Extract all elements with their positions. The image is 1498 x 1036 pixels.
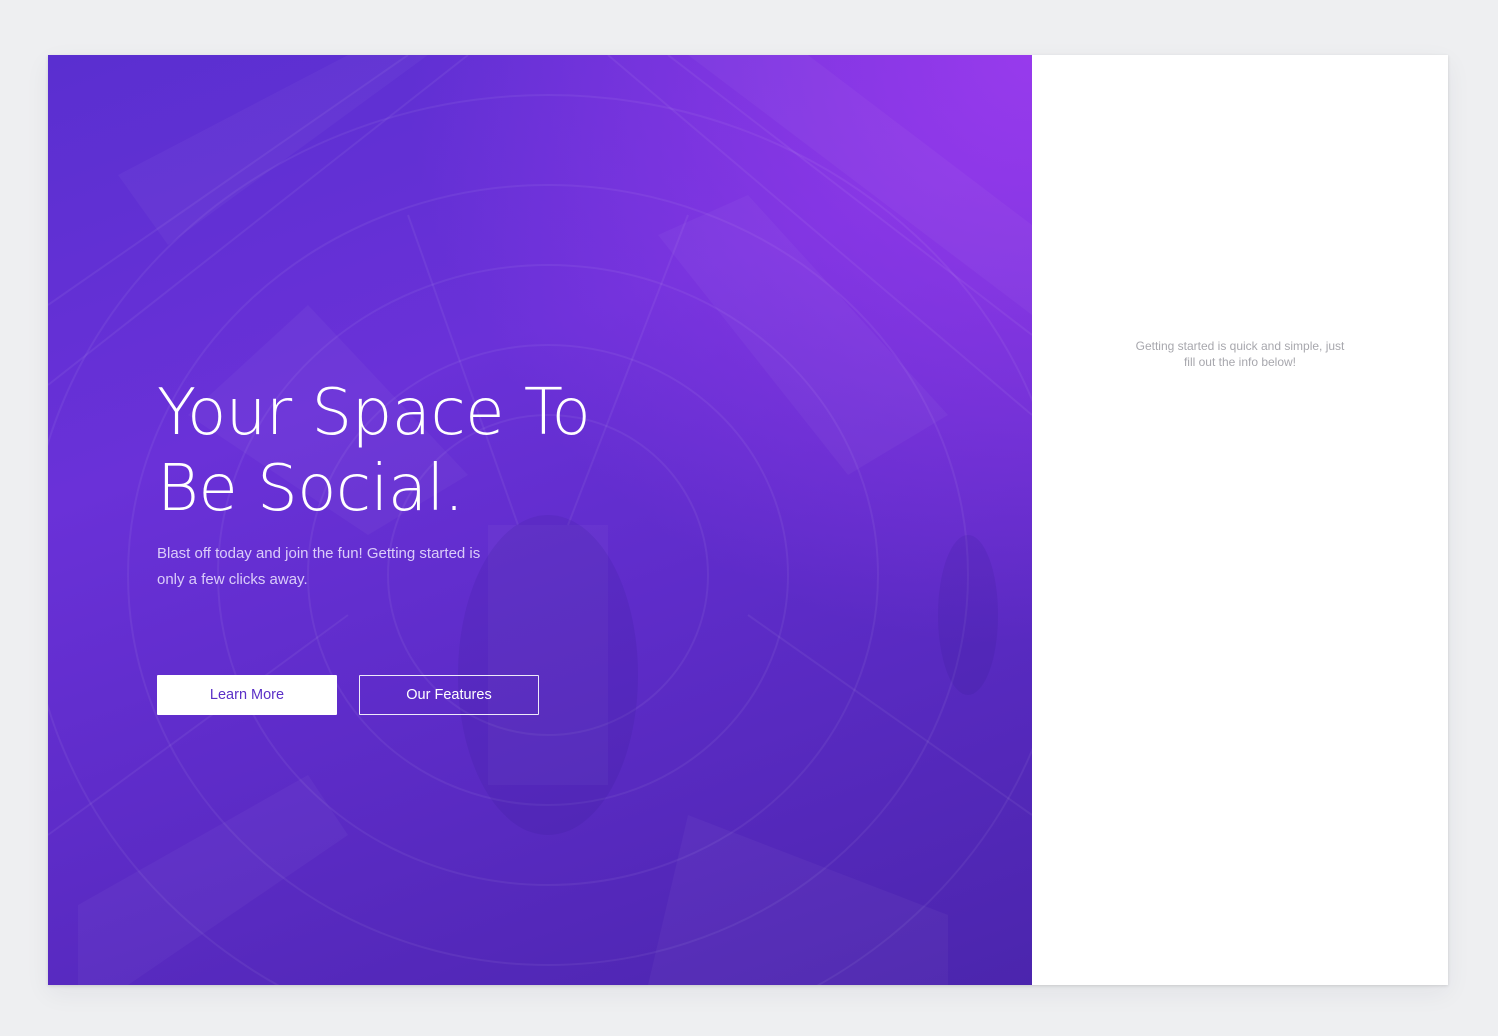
signup-intro-text: Getting started is quick and simple, jus… — [1135, 339, 1345, 369]
hero-subtitle: Blast off today and join the fun! Gettin… — [157, 545, 481, 588]
hero-section: Your Space To Be Social. Blast off today … — [48, 55, 1032, 985]
hero-content: Your Space To Be Social. Blast off today … — [157, 375, 717, 715]
our-features-button[interactable]: Our Features — [359, 675, 539, 715]
learn-more-button[interactable]: Learn More — [157, 675, 337, 715]
hero-title-line-2: Be Social. — [157, 452, 464, 526]
hero-title: Your Space To Be Social. — [157, 375, 717, 527]
landing-card: Your Space To Be Social. Blast off today … — [48, 55, 1448, 985]
signup-panel: Getting started is quick and simple, jus… — [1032, 55, 1448, 985]
hero-title-line-1: Your Space To — [157, 376, 591, 450]
